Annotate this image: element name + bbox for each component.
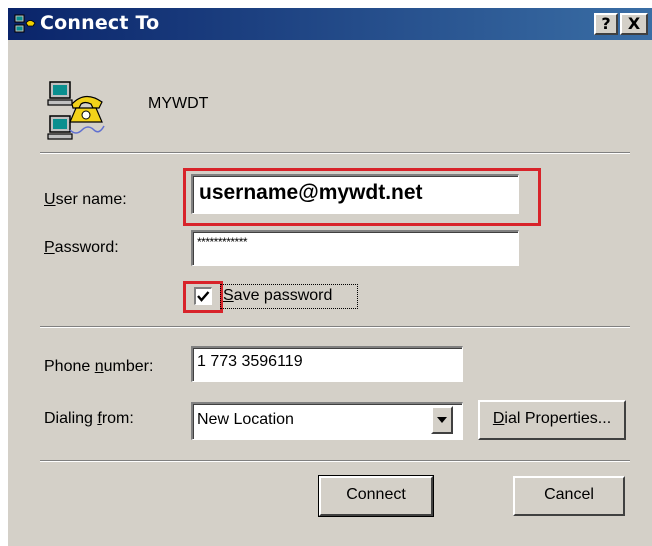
- username-input[interactable]: username@mywdt.net: [191, 174, 519, 214]
- dialing-from-dropdown-button[interactable]: [431, 406, 453, 434]
- dialing-from-label: Dialing from:: [44, 410, 134, 428]
- password-input[interactable]: ************: [191, 230, 519, 266]
- dial-properties-button[interactable]: Dial Properties...: [478, 400, 626, 440]
- separator: [40, 152, 630, 154]
- separator: [40, 460, 630, 462]
- phone-number-label-before: Phone: [44, 358, 95, 375]
- save-password-label[interactable]: Save password: [223, 287, 332, 305]
- cancel-button[interactable]: Cancel: [513, 476, 625, 516]
- save-password-checkbox[interactable]: [194, 287, 212, 305]
- dial-properties-accesskey: D: [492, 410, 505, 427]
- dropdown-arrow-icon: [437, 417, 447, 423]
- username-label-text: ser name:: [55, 191, 127, 208]
- close-button[interactable]: X: [620, 13, 648, 35]
- dial-properties-text: ial Properties...: [504, 410, 612, 427]
- connection-computers-phone-icon: [47, 81, 105, 140]
- connect-button[interactable]: Connect: [318, 475, 434, 517]
- password-label-text: assword:: [54, 239, 119, 256]
- connect-to-dialog: Connect To ? X MYWDT User name: username…: [6, 6, 652, 546]
- phone-number-accesskey: n: [94, 358, 104, 375]
- dialing-from-label-after: rom:: [101, 410, 134, 427]
- dialup-connection-icon: [14, 14, 36, 33]
- phone-number-input[interactable]: 1 773 3596119: [191, 346, 463, 382]
- dialing-from-selected-value: New Location: [197, 411, 294, 428]
- phone-number-label: Phone number:: [44, 358, 153, 376]
- help-button[interactable]: ?: [594, 13, 618, 35]
- dialing-from-select[interactable]: New Location: [191, 402, 463, 440]
- phone-number-label-after: umber:: [103, 358, 154, 375]
- password-label: Password:: [44, 239, 119, 257]
- dialing-from-label-before: Dialing: [44, 410, 98, 427]
- password-label-accesskey: P: [44, 239, 55, 256]
- title-bar[interactable]: Connect To ? X: [8, 8, 652, 40]
- checkmark-icon: [197, 291, 210, 302]
- save-password-accesskey: S: [223, 287, 234, 304]
- separator: [40, 326, 630, 328]
- window-title: Connect To: [40, 12, 160, 34]
- username-label-accesskey: U: [44, 191, 56, 208]
- connection-name: MYWDT: [148, 95, 209, 112]
- save-password-text: ave password: [233, 287, 333, 304]
- username-label: User name:: [44, 191, 127, 209]
